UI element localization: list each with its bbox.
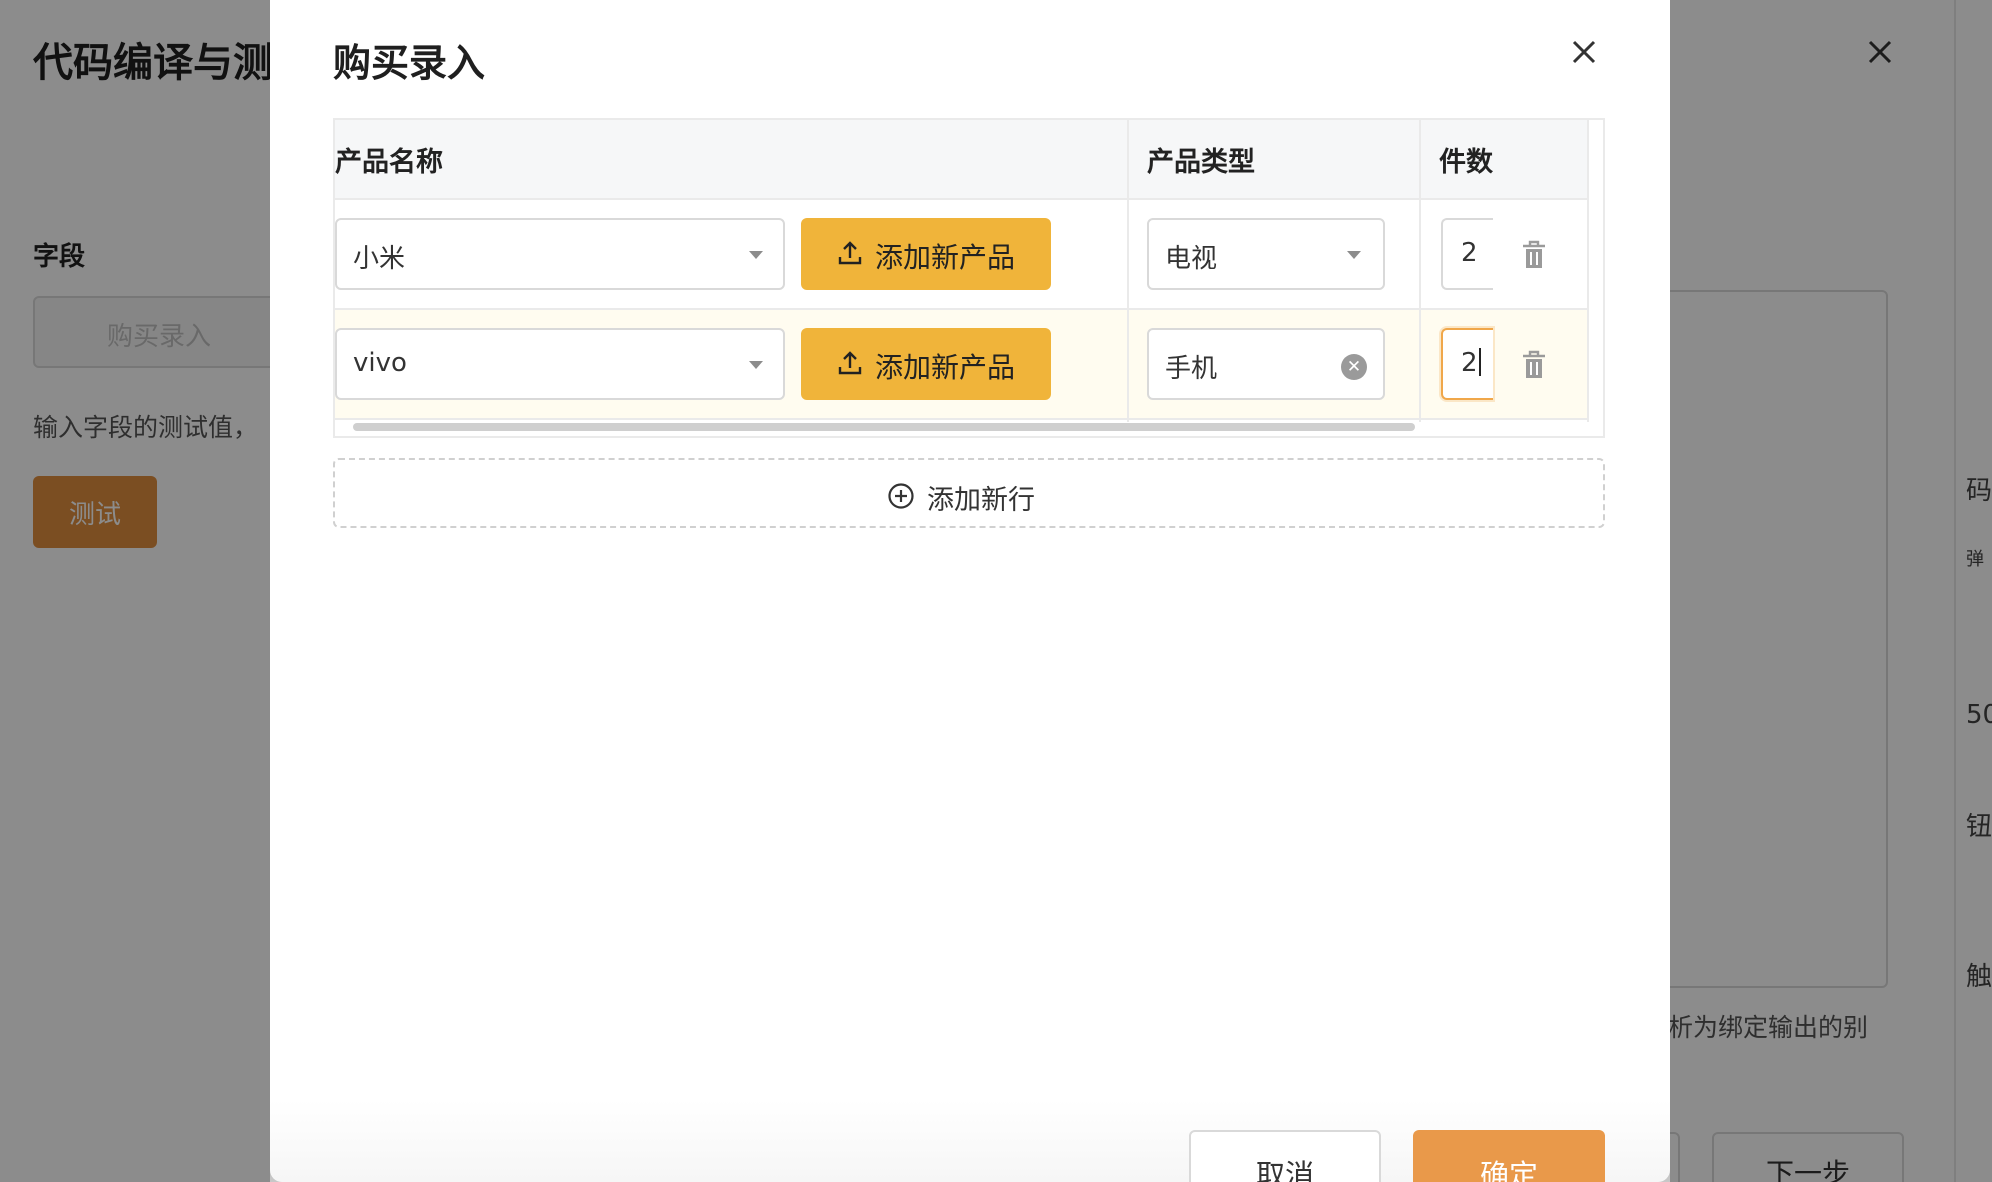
table-row: vivo 添加新产品 手机 ✕ 2 bbox=[335, 310, 1587, 420]
table-header: 产品名称 产品类型 件数 bbox=[335, 120, 1587, 200]
chevron-down-icon bbox=[749, 251, 763, 259]
quantity-value: 2 bbox=[1461, 348, 1478, 378]
product-name-select[interactable]: 小米 bbox=[335, 218, 785, 290]
quantity-value: 2 bbox=[1461, 238, 1478, 268]
delete-icon[interactable] bbox=[1521, 240, 1547, 270]
chevron-down-icon bbox=[1347, 251, 1361, 259]
product-type-value: 电视 bbox=[1165, 244, 1218, 274]
chevron-down-icon bbox=[749, 361, 763, 369]
product-name-select[interactable]: vivo bbox=[335, 328, 785, 400]
add-new-product-label: 添加新产品 bbox=[875, 242, 1016, 273]
table-row: 小米 添加新产品 电视 2 bbox=[335, 200, 1587, 310]
cancel-button[interactable]: 取消 bbox=[1189, 1130, 1381, 1182]
quantity-input[interactable]: 2 bbox=[1441, 328, 1493, 400]
column-divider bbox=[1127, 120, 1129, 422]
close-icon[interactable] bbox=[1566, 34, 1602, 70]
product-name-value: 小米 bbox=[353, 244, 406, 274]
plus-circle-icon bbox=[888, 483, 914, 509]
horizontal-scrollbar[interactable] bbox=[353, 423, 1415, 431]
quantity-input[interactable]: 2 bbox=[1441, 218, 1493, 290]
delete-icon[interactable] bbox=[1521, 350, 1547, 380]
purchase-entry-modal: 购买录入 产品名称 产品类型 件数 小米 添加新产品 电视 2 vivo 添加新… bbox=[270, 0, 1670, 1182]
text-cursor bbox=[1478, 348, 1481, 376]
add-new-product-button[interactable]: 添加新产品 bbox=[801, 328, 1051, 400]
upload-icon bbox=[838, 351, 862, 375]
product-type-value: 手机 bbox=[1165, 354, 1218, 384]
product-type-select[interactable]: 手机 ✕ bbox=[1147, 328, 1385, 400]
column-divider bbox=[1419, 120, 1421, 422]
add-new-row-button[interactable]: 添加新行 bbox=[333, 458, 1605, 528]
add-new-product-button[interactable]: 添加新产品 bbox=[801, 218, 1051, 290]
add-new-row-label: 添加新行 bbox=[927, 485, 1035, 516]
modal-title: 购买录入 bbox=[333, 41, 486, 85]
column-header-product-name: 产品名称 bbox=[335, 147, 443, 178]
add-new-product-label: 添加新产品 bbox=[875, 352, 1016, 383]
column-divider bbox=[1587, 120, 1589, 422]
clear-icon[interactable]: ✕ bbox=[1341, 354, 1367, 380]
column-header-product-type: 产品类型 bbox=[1147, 147, 1255, 178]
column-header-quantity: 件数 bbox=[1439, 147, 1493, 178]
product-type-select[interactable]: 电视 bbox=[1147, 218, 1385, 290]
product-name-value: vivo bbox=[353, 348, 407, 378]
confirm-button[interactable]: 确定 bbox=[1413, 1130, 1605, 1182]
product-table: 产品名称 产品类型 件数 小米 添加新产品 电视 2 vivo 添加新产品 手机… bbox=[333, 118, 1605, 438]
upload-icon bbox=[838, 241, 862, 265]
